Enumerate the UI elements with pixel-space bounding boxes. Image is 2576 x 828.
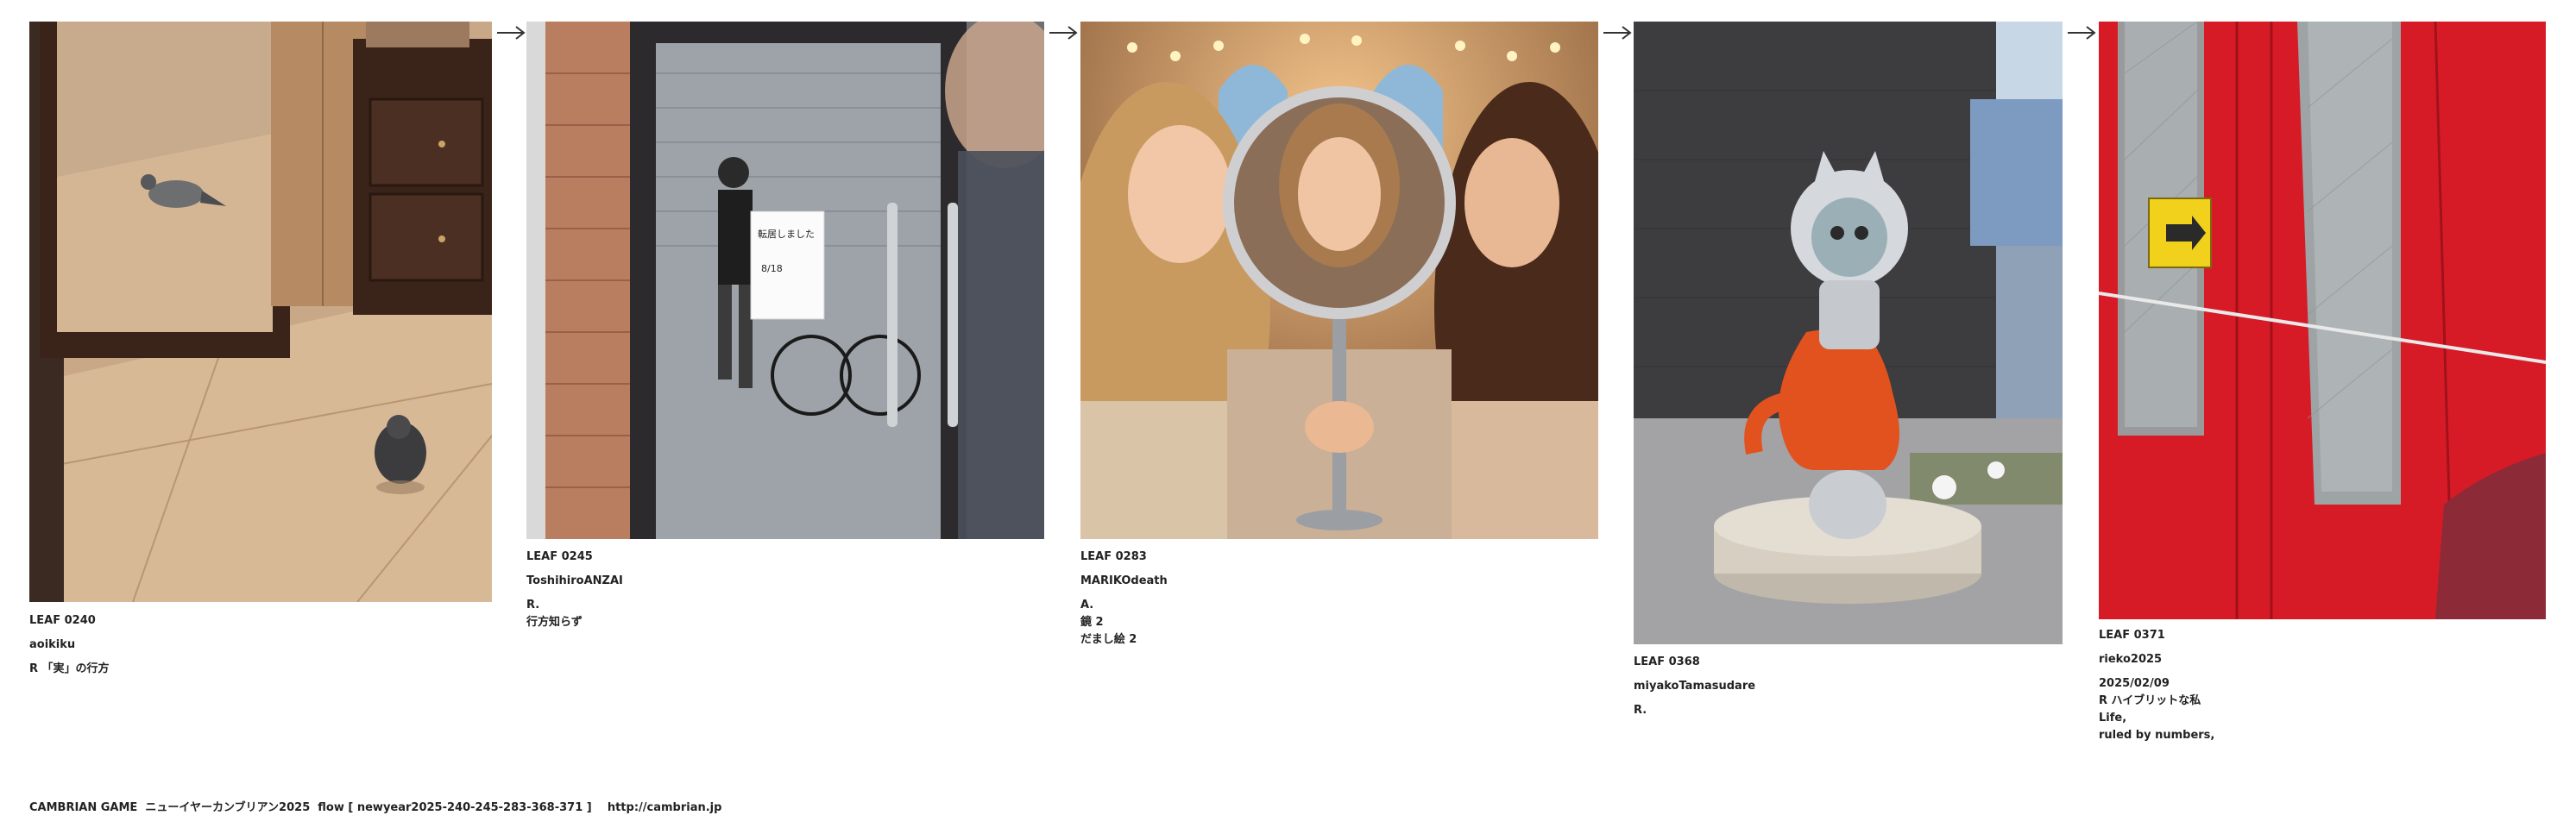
leaf-text-line: R 「実」の行方 <box>29 662 110 675</box>
leaf-id[interactable]: LEAF 0283 <box>1080 549 1598 566</box>
leaf-caption-0283: LEAF 0283 MARIKOdeath A. 鏡 2 だまし絵 2 <box>1080 549 1598 649</box>
leaf-text-line: 2025/02/09 <box>2099 677 2170 690</box>
leaf-author[interactable]: ToshihiroANZAI <box>526 573 1044 590</box>
right-arrow-icon <box>1603 26 1632 40</box>
leaf-text-line: R ハイブリットな私 <box>2099 694 2201 707</box>
leaf-text-line: 鏡 2 <box>1080 616 1104 629</box>
leaf-text-line: A. <box>1080 599 1094 612</box>
leaf-caption-0245: LEAF 0245 ToshihiroANZAI R. 行方知らず <box>526 549 1044 631</box>
door-sign-sub: 8/18 <box>761 263 783 274</box>
leaf-id[interactable]: LEAF 0240 <box>29 612 495 630</box>
leaf-caption-0368: LEAF 0368 miyakoTamasudare R. <box>1634 654 2065 719</box>
right-arrow-icon <box>497 26 526 40</box>
leaf-image-0371[interactable] <box>2099 22 2546 619</box>
leaf-author[interactable]: aoikiku <box>29 637 495 654</box>
leaf-id[interactable]: LEAF 0245 <box>526 549 1044 566</box>
leaf-text-line: Life, <box>2099 712 2127 724</box>
door-sign-text: 転居しました <box>758 229 815 240</box>
leaf-text-line: R. <box>1634 704 1647 717</box>
leaf-image-0368[interactable] <box>1634 22 2063 644</box>
leaf-text-line: 行方知らず <box>526 616 583 629</box>
leaf-author[interactable]: miyakoTamasudare <box>1634 678 2065 695</box>
leaf-text-line: だまし絵 2 <box>1080 633 1137 646</box>
leaf-image-0240[interactable] <box>29 22 492 602</box>
leaf-id[interactable]: LEAF 0371 <box>2099 627 2548 644</box>
leaf-image-0283[interactable] <box>1080 22 1598 539</box>
leaf-text-line: R. <box>526 599 540 612</box>
leaf-text-line: ruled by numbers, <box>2099 729 2215 742</box>
footer-credit[interactable]: CAMBRIAN GAME ニューイヤーカンブリアン2025 flow [ ne… <box>29 798 721 814</box>
leaf-author[interactable]: MARIKOdeath <box>1080 573 1598 590</box>
leaf-image-0245[interactable]: 転居しました 8/18 <box>526 22 1044 539</box>
leaf-id[interactable]: LEAF 0368 <box>1634 654 2065 671</box>
leaf-author[interactable]: rieko2025 <box>2099 651 2548 668</box>
right-arrow-icon <box>1049 26 1078 40</box>
leaf-caption-0240: LEAF 0240 aoikiku R 「実」の行方 <box>29 612 495 678</box>
leaf-caption-0371: LEAF 0371 rieko2025 2025/02/09 R ハイブリットな… <box>2099 627 2548 744</box>
right-arrow-icon <box>2068 26 2096 40</box>
